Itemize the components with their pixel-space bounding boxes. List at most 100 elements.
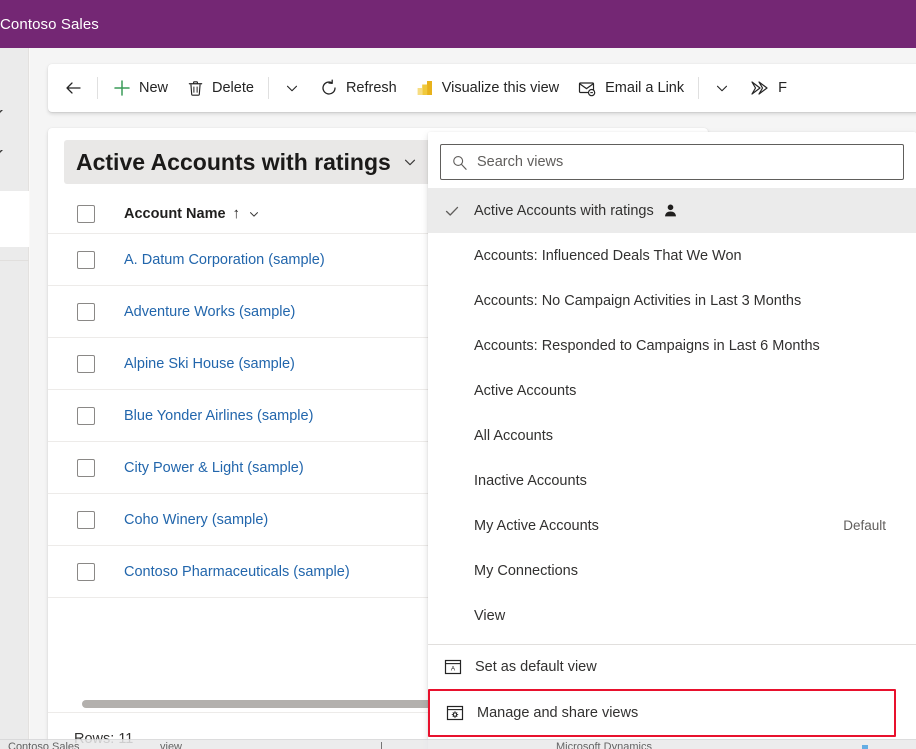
back-arrow-icon bbox=[63, 78, 83, 98]
view-list-item-label: My Connections bbox=[474, 563, 578, 579]
email-link-icon bbox=[577, 78, 598, 99]
row-select-cell[interactable] bbox=[48, 355, 124, 373]
search-views-box[interactable]: Search views bbox=[440, 144, 904, 180]
search-views-placeholder: Search views bbox=[477, 154, 563, 170]
taskbar-text-1: Contoso Sales bbox=[8, 741, 80, 749]
chevron-down-icon bbox=[283, 79, 301, 97]
row-select-cell[interactable] bbox=[48, 563, 124, 581]
rail-check-icon-2 bbox=[0, 150, 14, 164]
refresh-button[interactable]: Refresh bbox=[310, 69, 406, 107]
views-list: Active Accounts with ratings Accounts: In… bbox=[428, 188, 916, 638]
panel-action-item[interactable]: Manage and share views bbox=[430, 691, 894, 735]
views-flyout-panel: Search views Active Accounts with rating… bbox=[428, 132, 916, 749]
view-list-item[interactable]: Accounts: Influenced Deals That We Won bbox=[428, 233, 916, 278]
app-header: Contoso Sales bbox=[0, 0, 916, 48]
taskbar-text-2: view bbox=[160, 741, 182, 749]
account-name-link[interactable]: A. Datum Corporation (sample) bbox=[124, 252, 325, 268]
view-selector-title: Active Accounts with ratings bbox=[76, 149, 391, 176]
refresh-button-label: Refresh bbox=[346, 80, 397, 96]
row-checkbox[interactable] bbox=[77, 303, 95, 321]
os-taskbar-clipped: Contoso Sales view | Microsoft Dynamics bbox=[0, 739, 916, 749]
view-list-item-label: All Accounts bbox=[474, 428, 553, 444]
shared-view-person-icon bbox=[663, 203, 678, 218]
left-nav-rail[interactable] bbox=[0, 48, 29, 749]
new-button[interactable]: New bbox=[103, 69, 177, 107]
power-bi-icon bbox=[415, 78, 435, 98]
taskbar-text-3: | bbox=[380, 741, 383, 749]
view-list-item[interactable]: All Accounts bbox=[428, 413, 916, 458]
view-list-item[interactable]: Accounts: No Campaign Activities in Last… bbox=[428, 278, 916, 323]
row-checkbox[interactable] bbox=[77, 563, 95, 581]
delete-button[interactable]: Delete bbox=[177, 69, 263, 107]
account-name-link[interactable]: Alpine Ski House (sample) bbox=[124, 356, 295, 372]
refresh-icon bbox=[319, 78, 339, 98]
row-select-cell[interactable] bbox=[48, 251, 124, 269]
taskbar-text-4: Microsoft Dynamics bbox=[556, 741, 652, 749]
row-select-cell[interactable] bbox=[48, 407, 124, 425]
flow-button-label: F bbox=[778, 80, 787, 96]
row-select-cell[interactable] bbox=[48, 303, 124, 321]
view-list-item[interactable]: Inactive Accounts bbox=[428, 458, 916, 503]
select-all-checkbox[interactable] bbox=[77, 205, 95, 223]
row-checkbox[interactable] bbox=[77, 251, 95, 269]
view-list-item[interactable]: Accounts: Responded to Campaigns in Last… bbox=[428, 323, 916, 368]
email-link-button-label: Email a Link bbox=[605, 80, 684, 96]
view-list-item-label: Active Accounts with ratings bbox=[474, 203, 654, 219]
row-select-cell[interactable] bbox=[48, 511, 124, 529]
chevron-down-icon bbox=[713, 79, 731, 97]
chevron-down-icon[interactable] bbox=[247, 207, 261, 221]
command-bar: New Delete bbox=[48, 64, 916, 112]
row-select-cell[interactable] bbox=[48, 459, 124, 477]
chevron-down-icon bbox=[401, 153, 419, 171]
taskbar-indicator-1 bbox=[862, 745, 868, 749]
back-button[interactable] bbox=[54, 69, 92, 107]
svg-text:A: A bbox=[451, 666, 456, 673]
visualize-button-label: Visualize this view bbox=[442, 80, 559, 96]
column-header-label: Account Name bbox=[124, 206, 226, 222]
account-name-link[interactable]: Adventure Works (sample) bbox=[124, 304, 295, 320]
view-list-item[interactable]: Active Accounts bbox=[428, 368, 916, 413]
view-list-item-label: View bbox=[474, 608, 505, 624]
view-list-item-label: Accounts: Responded to Campaigns in Last… bbox=[474, 338, 820, 354]
panel-action-label: Set as default view bbox=[475, 659, 597, 675]
view-list-item-label: Accounts: Influenced Deals That We Won bbox=[474, 248, 742, 264]
view-list-item-label: Inactive Accounts bbox=[474, 473, 587, 489]
manage-share-views-icon bbox=[446, 704, 464, 722]
app-title: Contoso Sales bbox=[0, 16, 99, 33]
highlighted-action-wrapper: Manage and share views bbox=[428, 689, 896, 737]
panel-action-item[interactable]: A Set as default view bbox=[428, 645, 916, 689]
trash-icon bbox=[186, 79, 205, 98]
account-name-link[interactable]: Contoso Pharmaceuticals (sample) bbox=[124, 564, 350, 580]
flow-button[interactable]: F bbox=[740, 69, 796, 107]
row-checkbox[interactable] bbox=[77, 407, 95, 425]
rail-divider bbox=[0, 260, 29, 261]
sort-ascending-icon: ↑ bbox=[233, 205, 241, 222]
view-list-item[interactable]: Active Accounts with ratings bbox=[428, 188, 916, 233]
search-icon bbox=[451, 154, 468, 171]
rail-check-icon-1 bbox=[0, 110, 14, 124]
plus-icon bbox=[112, 78, 132, 98]
overflow-menu-button-2[interactable] bbox=[704, 69, 740, 107]
row-checkbox[interactable] bbox=[77, 355, 95, 373]
view-list-item[interactable]: My Connections bbox=[428, 548, 916, 593]
visualize-this-view-button[interactable]: Visualize this view bbox=[406, 69, 568, 107]
column-header-account-name[interactable]: Account Name ↑ bbox=[124, 205, 261, 222]
view-list-item-label: Active Accounts bbox=[474, 383, 576, 399]
view-list-item[interactable]: My Active AccountsDefault bbox=[428, 503, 916, 548]
overflow-menu-button-1[interactable] bbox=[274, 69, 310, 107]
row-checkbox[interactable] bbox=[77, 459, 95, 477]
panel-action-label: Manage and share views bbox=[477, 705, 638, 721]
command-separator-3 bbox=[698, 77, 699, 99]
view-list-item[interactable]: View bbox=[428, 593, 916, 638]
account-name-link[interactable]: City Power & Light (sample) bbox=[124, 460, 304, 476]
view-list-item-label: My Active Accounts bbox=[474, 518, 599, 534]
rail-selected-item[interactable] bbox=[0, 191, 29, 247]
view-selector-button[interactable]: Active Accounts with ratings bbox=[64, 140, 431, 184]
account-name-link[interactable]: Coho Winery (sample) bbox=[124, 512, 268, 528]
select-all-cell[interactable] bbox=[48, 205, 124, 223]
views-actions: A Set as default view Manage and share vie… bbox=[428, 645, 916, 737]
row-checkbox[interactable] bbox=[77, 511, 95, 529]
email-a-link-button[interactable]: Email a Link bbox=[568, 69, 693, 107]
account-name-link[interactable]: Blue Yonder Airlines (sample) bbox=[124, 408, 313, 424]
delete-button-label: Delete bbox=[212, 80, 254, 96]
